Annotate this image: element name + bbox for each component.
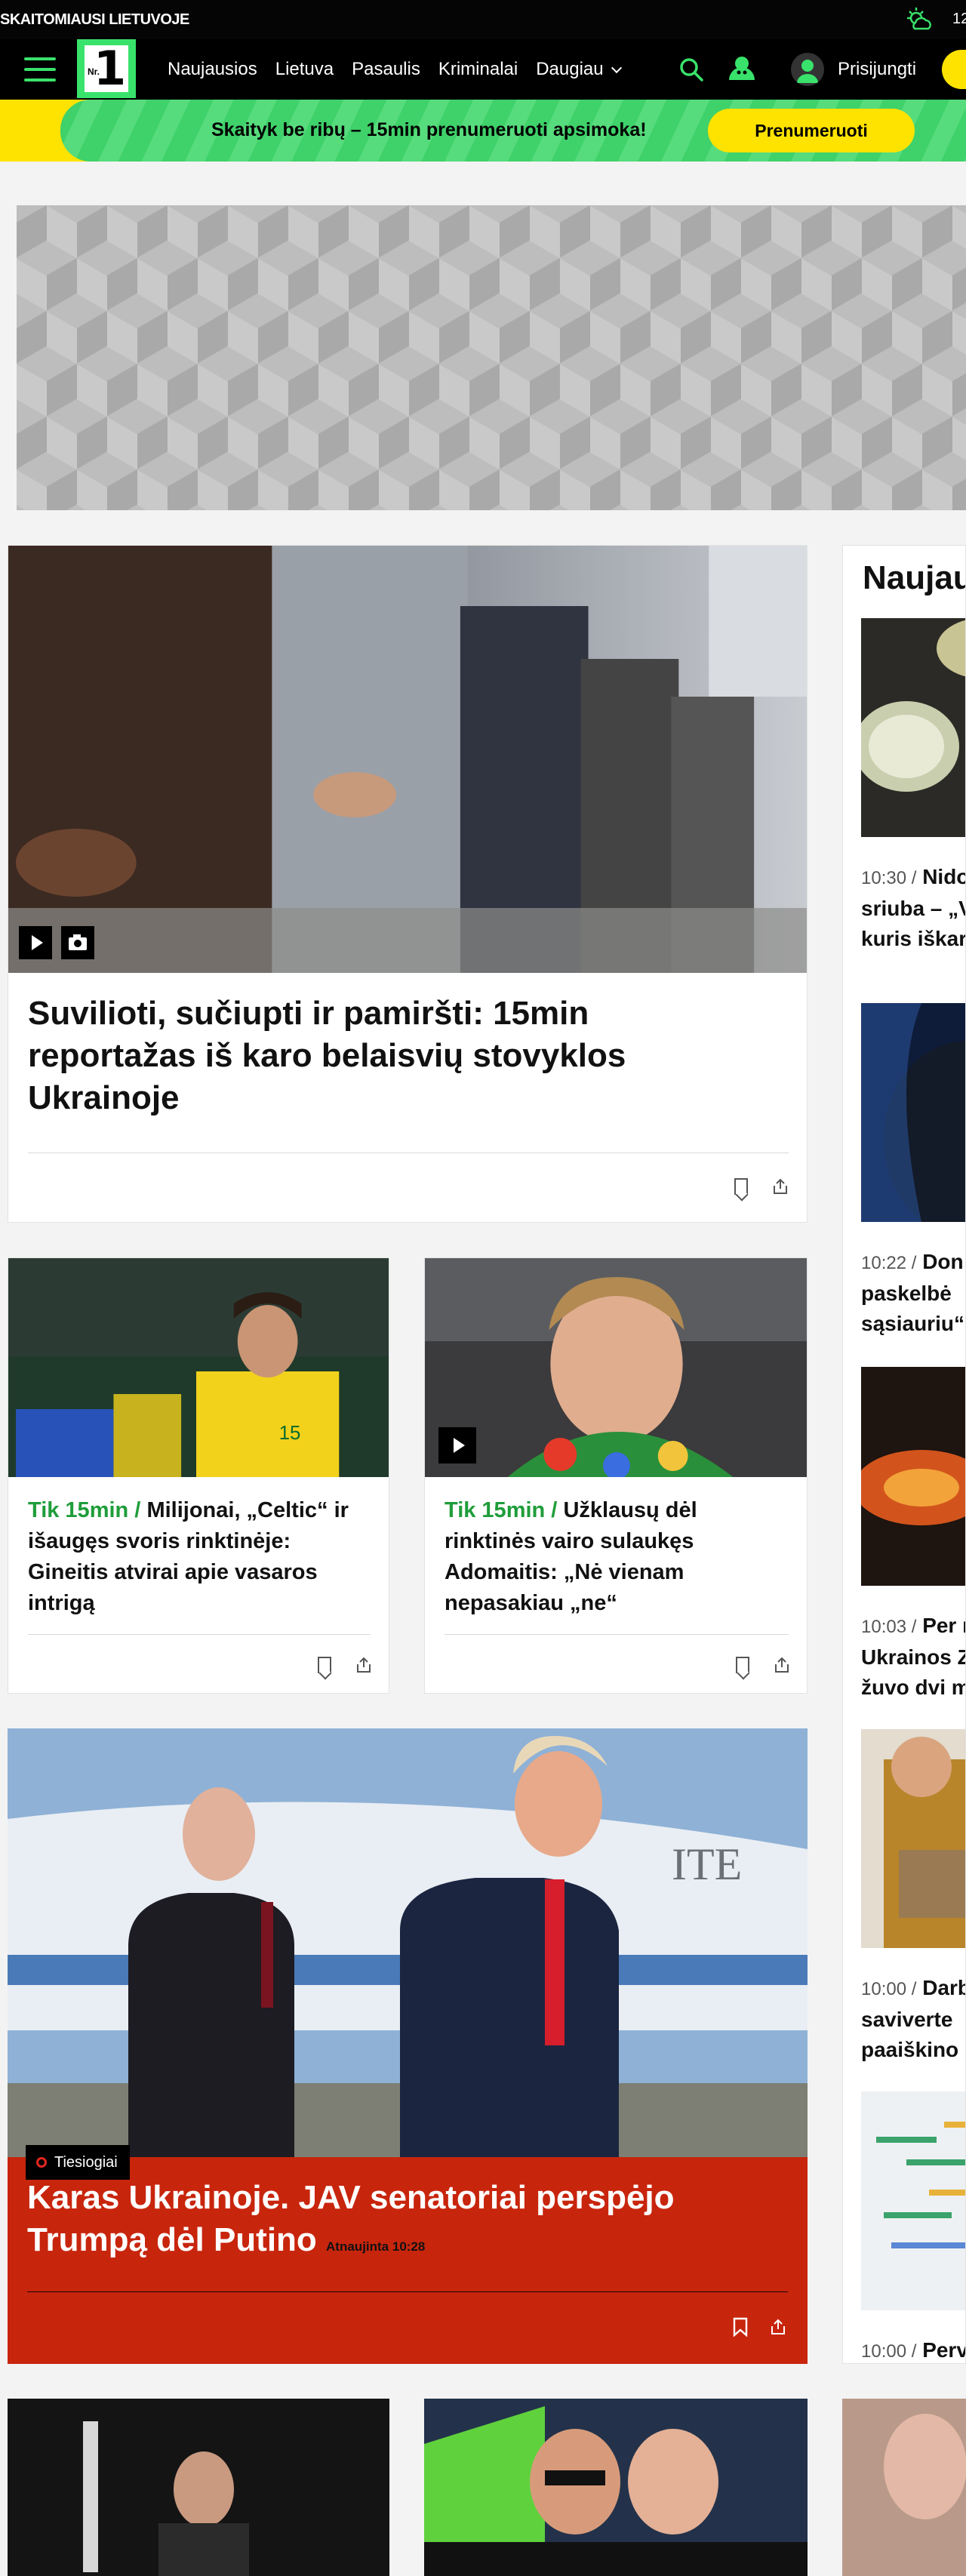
sidebar-headline[interactable]: 10:30 / Nido sriuba – „V kuris iškar xyxy=(861,862,965,954)
main-navigation: 1 Nr. Naujausios Lietuva Pasaulis Krimin… xyxy=(0,39,966,100)
bookmark-icon[interactable] xyxy=(734,1178,748,1195)
login-link[interactable]: Prisijungti xyxy=(838,59,916,80)
video-icon[interactable] xyxy=(438,1427,476,1463)
sidebar-item[interactable]: 10:00 / Darb saviverte paaiškino xyxy=(861,1729,966,2065)
story-image[interactable] xyxy=(8,2399,389,2576)
live-dot-icon xyxy=(36,2157,47,2168)
share-icon[interactable] xyxy=(770,2319,786,2335)
site-tagline: SKAITOMIAUSI LIETUVOJE xyxy=(0,11,189,28)
divider xyxy=(445,1634,789,1635)
sidebar-headline[interactable]: 10:00 / Darb saviverte paaiškino xyxy=(861,1973,965,2065)
main-story-image[interactable] xyxy=(8,546,807,973)
sidebar-image[interactable] xyxy=(854,618,966,837)
story-title[interactable]: Tik 15min / Užklausų dėl rinktinės vairo… xyxy=(445,1495,792,1619)
sidebar-image[interactable] xyxy=(854,1367,966,1586)
nav-link-pasaulis[interactable]: Pasaulis xyxy=(352,59,420,80)
live-story-card[interactable]: ITE Tiesiogiai Karas Ukrainoje. JAV sena… xyxy=(8,1728,808,2364)
divider xyxy=(28,1634,371,1635)
nav-link-kriminalai[interactable]: Kriminalai xyxy=(438,59,518,80)
bookmark-icon[interactable] xyxy=(318,1657,331,1673)
bookmark-icon[interactable] xyxy=(732,2317,749,2337)
share-icon[interactable] xyxy=(355,1657,372,1673)
main-story-card[interactable]: Suvilioti, sučiupti ir pamiršti: 15min r… xyxy=(8,545,808,1223)
nav-link-daugiau[interactable]: Daugiau xyxy=(536,59,620,80)
sidebar-item[interactable]: 10:22 / Don paskelbė sąsiauriu“ xyxy=(861,1003,966,1339)
sidebar-image[interactable] xyxy=(861,1729,966,1948)
story-card[interactable]: 15 Tik 15min / Milijonai, „Celtic“ ir iš… xyxy=(8,1257,389,1694)
weather-icon[interactable] xyxy=(904,5,934,35)
sidebar-image[interactable] xyxy=(861,2091,966,2310)
story-image-adomaitis[interactable] xyxy=(425,1258,807,1477)
sidebar-image[interactable] xyxy=(861,1003,966,1237)
share-icon[interactable] xyxy=(772,1178,789,1195)
site-logo[interactable]: 1 Nr. xyxy=(77,39,136,98)
story-image-gineitis[interactable]: 15 xyxy=(8,1258,389,1477)
user-avatar-icon[interactable] xyxy=(791,53,824,86)
bookmark-icon[interactable] xyxy=(736,1657,749,1673)
live-story-title[interactable]: Karas Ukrainoje. JAV senatoriai perspėjo… xyxy=(27,2177,767,2268)
live-story-image[interactable]: ITE xyxy=(8,1728,808,2157)
updated-time: Atnaujinta 10:28 xyxy=(326,2239,426,2254)
story-image[interactable] xyxy=(424,2399,808,2576)
top-bar: SKAITOMIAUSI LIETUVOJE 12 xyxy=(0,0,966,39)
sidebar-item[interactable]: 10:03 / Per nUkrainos Zžuvo dvi m xyxy=(854,1367,966,1703)
mascot-icon[interactable] xyxy=(726,56,758,83)
story-card[interactable]: Tik 15min / Užklausų dėl rinktinės vairo… xyxy=(424,1257,808,1694)
sidebar-headline[interactable]: 10:22 / Don paskelbė sąsiauriu“ xyxy=(861,1247,965,1339)
logo-label: Nr. xyxy=(86,66,102,77)
svg-text:ITE: ITE xyxy=(672,1839,742,1889)
banner-text: Skaityk be ribų – 15min prenumeruoti aps… xyxy=(211,119,647,140)
share-icon[interactable] xyxy=(774,1657,790,1673)
subscribe-pill[interactable] xyxy=(942,50,966,89)
sidebar-item[interactable]: 10:00 / Perv xyxy=(861,2091,966,2363)
nav-link-naujausios[interactable]: Naujausios xyxy=(168,59,257,80)
story-image[interactable] xyxy=(842,2399,966,2576)
temperature: 12 xyxy=(952,11,966,27)
sidebar-heading: Naujausi xyxy=(863,559,965,596)
latest-news-sidebar: Naujausi 10:30 / Nidosriuba – „Vkuris iš… xyxy=(842,545,966,2364)
menu-icon[interactable] xyxy=(24,57,56,82)
sidebar-headline[interactable]: 10:03 / Per nUkrainos Zžuvo dvi m xyxy=(861,1611,965,1703)
svg-text:15: 15 xyxy=(279,1423,301,1444)
gallery-icon[interactable] xyxy=(61,926,94,959)
sidebar-headline[interactable]: 10:00 / Perv xyxy=(861,2335,965,2363)
live-badge: Tiesiogiai xyxy=(26,2145,130,2180)
sidebar-item[interactable]: 10:30 / Nido sriuba – „V kuris iškar xyxy=(854,618,966,954)
search-icon[interactable] xyxy=(678,56,705,83)
divider xyxy=(27,2291,788,2292)
main-story-title[interactable]: Suvilioti, sučiupti ir pamiršti: 15min r… xyxy=(28,993,752,1119)
nav-links: Naujausios Lietuva Pasaulis Kriminalai D… xyxy=(168,59,620,80)
nav-link-lietuva[interactable]: Lietuva xyxy=(275,59,334,80)
subscription-banner: Skaityk be ribų – 15min prenumeruoti aps… xyxy=(0,100,966,162)
story-title[interactable]: Tik 15min / Milijonai, „Celtic“ ir išaug… xyxy=(28,1495,375,1619)
subscribe-button[interactable]: Prenumeruoti xyxy=(708,109,915,152)
advertisement-placeholder[interactable] xyxy=(17,205,966,510)
video-icon[interactable] xyxy=(19,926,52,959)
